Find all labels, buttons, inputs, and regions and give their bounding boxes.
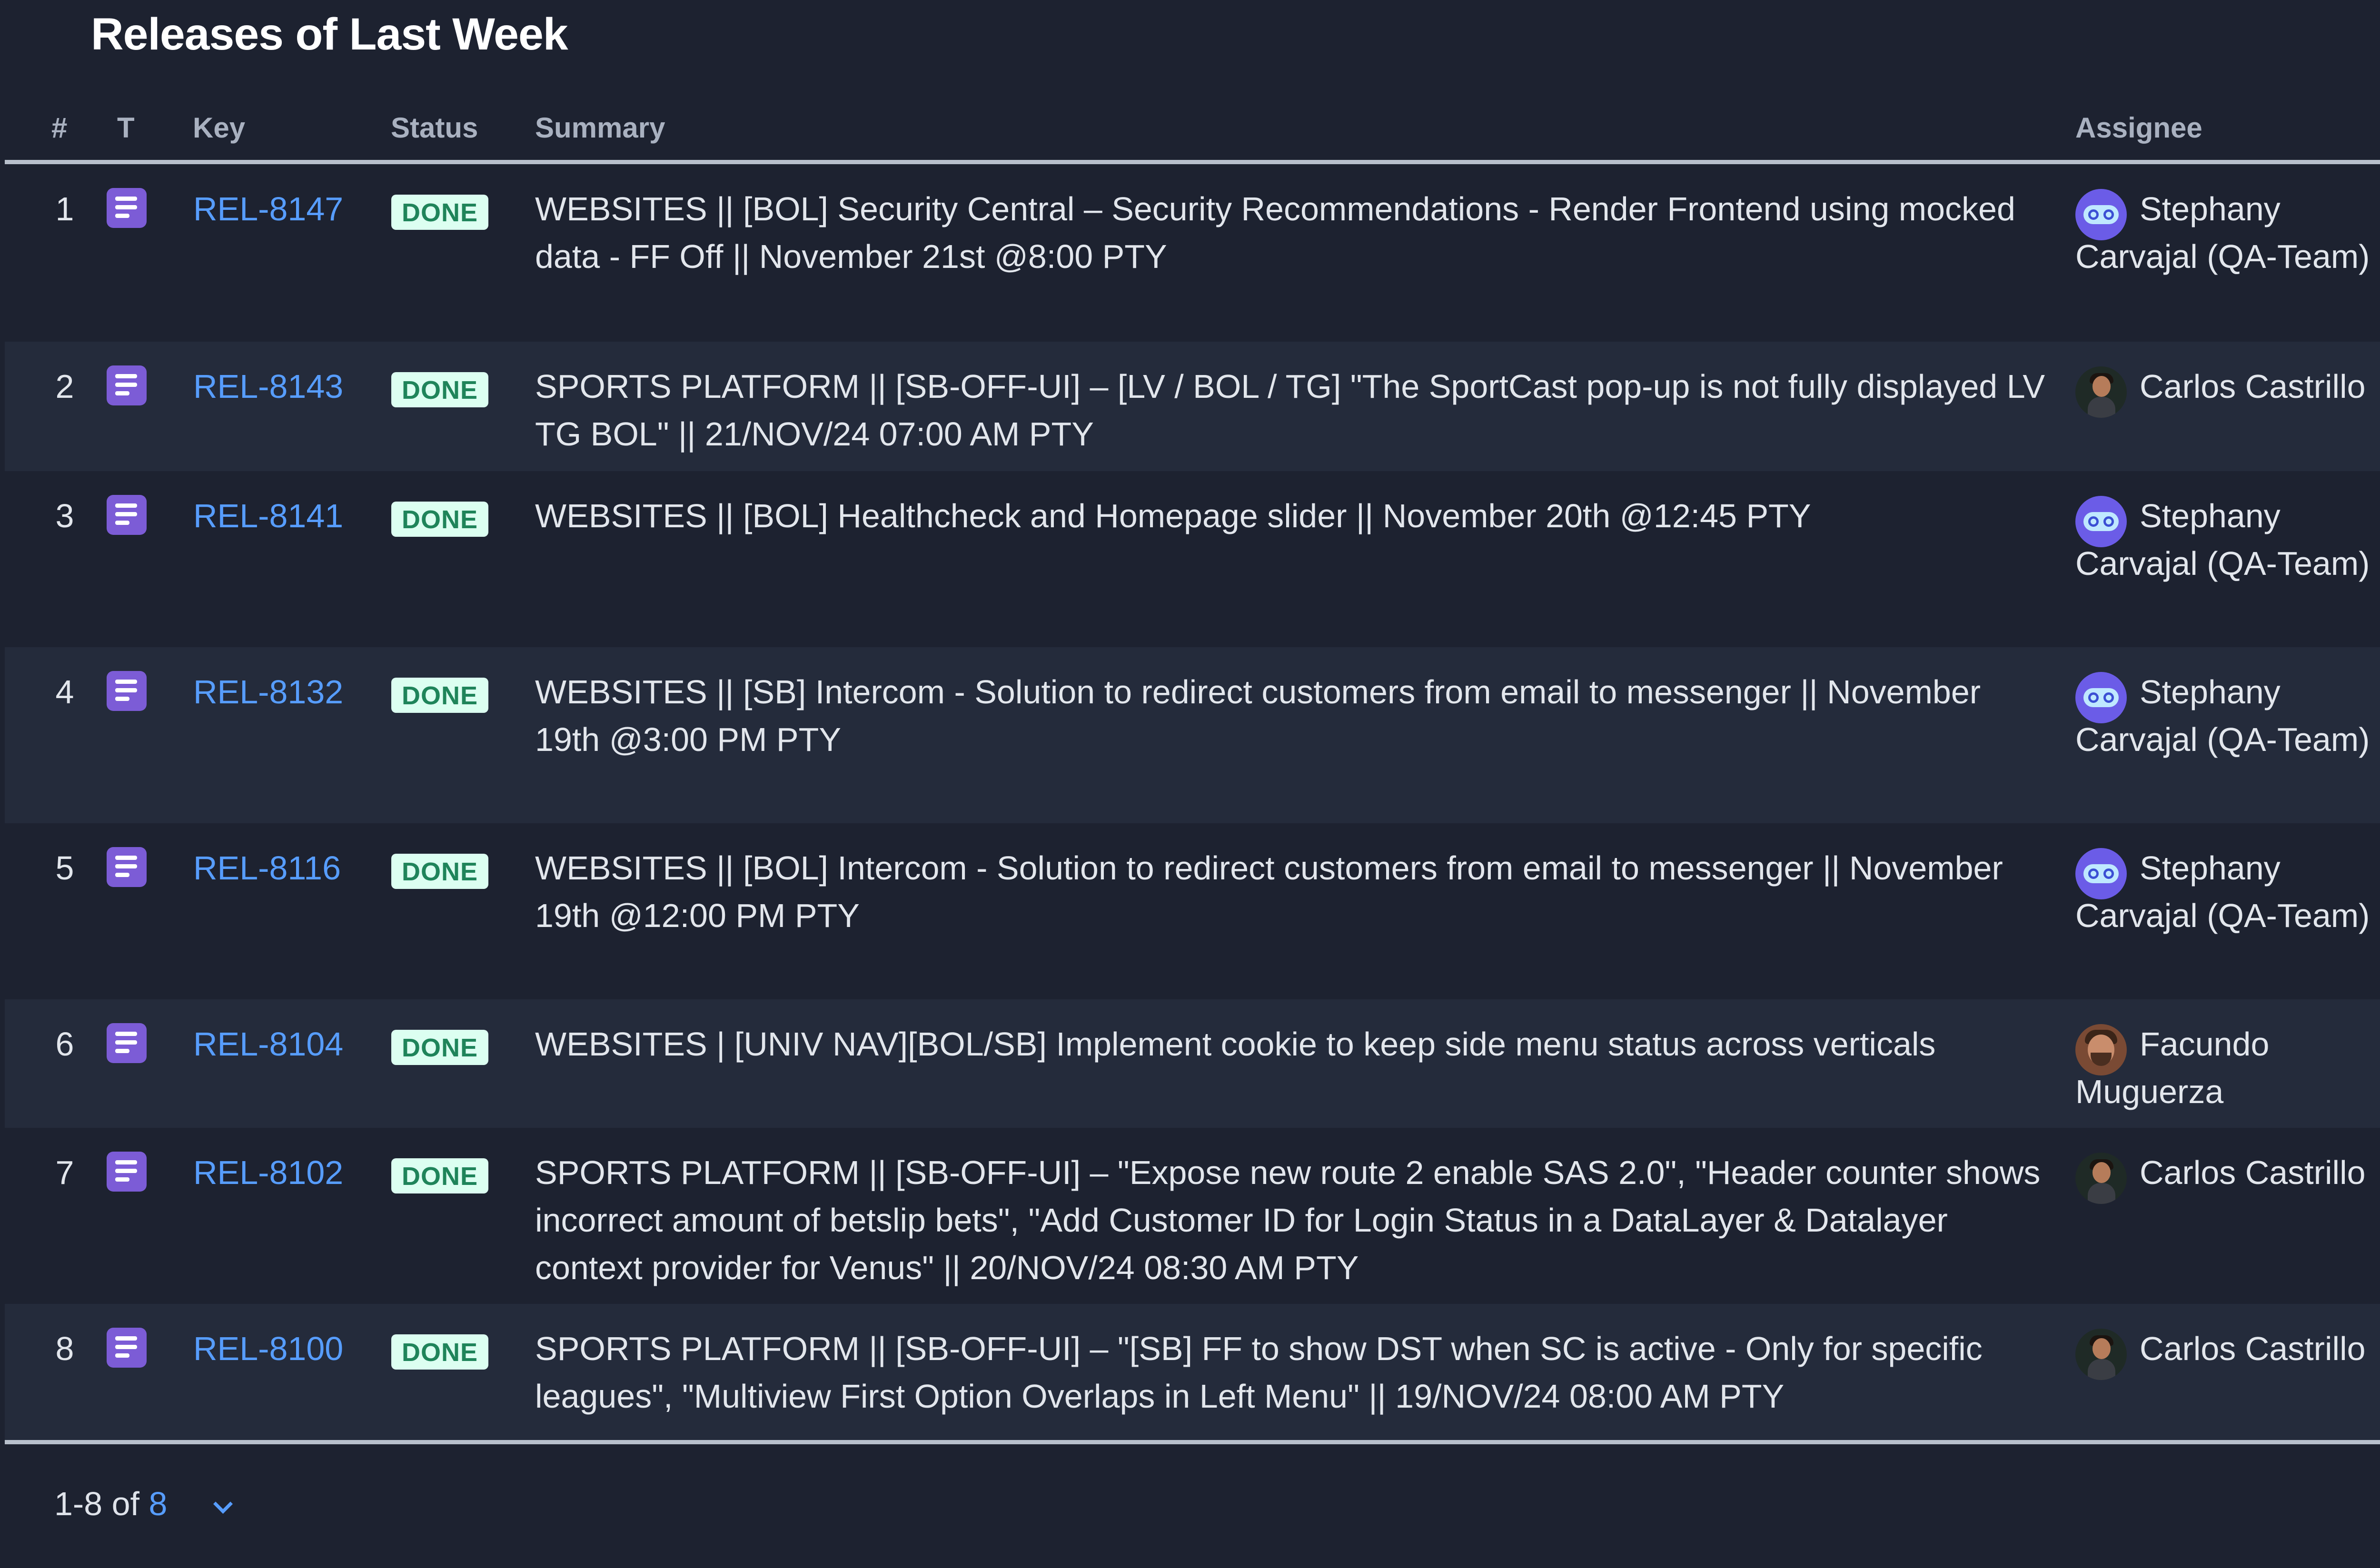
table-row[interactable]: 5 REL-8116 DONE WEBSITES || [BOL] Intercom …	[5, 823, 2380, 999]
status-badge: DONE	[391, 195, 489, 230]
issue-key-link[interactable]: REL-8116	[193, 844, 341, 892]
story-icon	[107, 1152, 147, 1192]
issue-key-link[interactable]: REL-8104	[193, 1020, 343, 1068]
table-header: # T Key Status Summary Assignee	[0, 100, 2380, 157]
story-icon	[107, 847, 147, 887]
row-number: 3	[55, 497, 74, 534]
issue-key-link[interactable]: REL-8147	[193, 185, 343, 233]
issue-key-link[interactable]: REL-8100	[193, 1325, 343, 1372]
assignee-name[interactable]: Carlos Castrillo	[2075, 1325, 2380, 1372]
pagination-range: 1-8 of	[54, 1485, 149, 1522]
issue-key-link[interactable]: REL-8132	[193, 668, 343, 716]
issue-summary[interactable]: WEBSITES || [BOL] Healthcheck and Homepa…	[535, 492, 2049, 540]
story-icon	[107, 1328, 147, 1368]
issue-summary[interactable]: WEBSITES || [SB] Intercom - Solution to …	[535, 668, 2049, 763]
row-number: 7	[55, 1154, 74, 1191]
story-icon	[107, 495, 147, 535]
row-number: 5	[55, 849, 74, 887]
status-badge: DONE	[391, 854, 489, 889]
table-row[interactable]: 1 REL-8147 DONE WEBSITES || [BOL] Security …	[5, 164, 2380, 342]
assignee-name[interactable]: Facundo Muguerza	[2075, 1020, 2380, 1115]
row-number: 4	[55, 673, 74, 710]
status-badge: DONE	[391, 372, 489, 407]
column-header-key[interactable]: Key	[193, 111, 245, 144]
footer-divider	[5, 1440, 2380, 1444]
status-badge: DONE	[391, 1158, 489, 1193]
story-icon	[107, 671, 147, 711]
status-badge: DONE	[391, 678, 489, 713]
issue-key-link[interactable]: REL-8141	[193, 492, 343, 540]
row-number: 2	[55, 368, 74, 405]
assignee-name[interactable]: Stephany Carvajal (QA-Team)	[2075, 185, 2380, 280]
column-header-assignee[interactable]: Assignee	[2075, 111, 2202, 144]
issue-summary[interactable]: SPORTS PLATFORM || [SB-OFF-UI] – [LV / B…	[535, 363, 2049, 458]
issue-summary[interactable]: WEBSITES | [UNIV NAV][BOL/SB] Implement …	[535, 1020, 2049, 1068]
assignee-name[interactable]: Carlos Castrillo	[2075, 1149, 2380, 1196]
assignee-name[interactable]: Carlos Castrillo	[2075, 363, 2380, 410]
header-divider	[5, 160, 2380, 164]
assignee-name[interactable]: Stephany Carvajal (QA-Team)	[2075, 492, 2380, 587]
status-badge: DONE	[391, 1334, 489, 1370]
table-row[interactable]: 4 REL-8132 DONE WEBSITES || [SB] Intercom -…	[5, 647, 2380, 823]
assignee-name[interactable]: Stephany Carvajal (QA-Team)	[2075, 844, 2380, 939]
row-number: 6	[55, 1026, 74, 1063]
chevron-down-icon[interactable]	[213, 1494, 233, 1514]
pagination-total[interactable]: 8	[149, 1485, 167, 1522]
column-header-type: T	[117, 112, 135, 144]
column-header-status[interactable]: Status	[391, 111, 478, 144]
table-row[interactable]: 7 REL-8102 DONE SPORTS PLATFORM || [SB-OFF-…	[5, 1128, 2380, 1304]
table-row[interactable]: 6 REL-8104 DONE WEBSITES | [UNIV NAV][BOL/S…	[5, 999, 2380, 1128]
pagination: 1-8 of 8	[54, 1480, 233, 1528]
issue-key-link[interactable]: REL-8143	[193, 363, 343, 410]
story-icon	[107, 365, 147, 405]
issue-summary[interactable]: WEBSITES || [BOL] Security Central – Sec…	[535, 185, 2049, 280]
column-header-num: #	[51, 112, 68, 144]
issue-summary[interactable]: SPORTS PLATFORM || [SB-OFF-UI] – "Expose…	[535, 1149, 2049, 1292]
issue-key-link[interactable]: REL-8102	[193, 1149, 343, 1196]
page-title: Releases of Last Week	[91, 9, 568, 59]
assignee-name[interactable]: Stephany Carvajal (QA-Team)	[2075, 668, 2380, 763]
issue-summary[interactable]: WEBSITES || [BOL] Intercom - Solution to…	[535, 844, 2049, 939]
status-badge: DONE	[391, 502, 489, 537]
status-badge: DONE	[391, 1030, 489, 1065]
issue-summary[interactable]: SPORTS PLATFORM || [SB-OFF-UI] – "[SB] F…	[535, 1325, 2049, 1420]
column-header-summary[interactable]: Summary	[535, 111, 665, 144]
story-icon	[107, 1023, 147, 1063]
row-number: 8	[55, 1330, 74, 1367]
table-row[interactable]: 8 REL-8100 DONE SPORTS PLATFORM || [SB-OFF-…	[5, 1304, 2380, 1440]
row-number: 1	[55, 190, 74, 227]
story-icon	[107, 188, 147, 228]
table-row[interactable]: 3 REL-8141 DONE WEBSITES || [BOL] Healthche…	[5, 471, 2380, 647]
table-row[interactable]: 2 REL-8143 DONE SPORTS PLATFORM || [SB-OFF-…	[5, 342, 2380, 471]
